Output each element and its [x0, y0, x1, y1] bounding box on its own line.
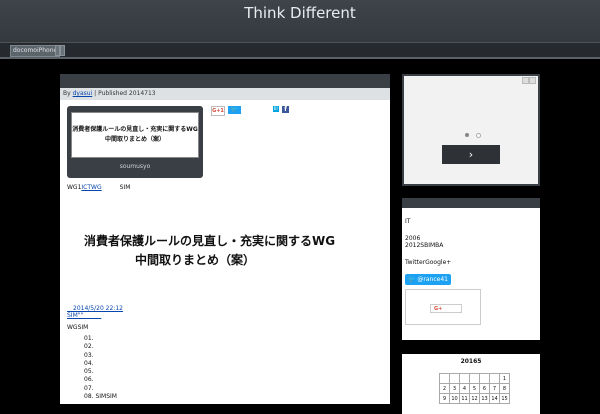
post-header-bar: [60, 74, 390, 88]
ogp-caption: soumusyo: [119, 163, 151, 170]
calendar-day[interactable]: 3: [449, 383, 460, 394]
nav-handle-icon[interactable]: [60, 45, 65, 56]
ictwg-link[interactable]: ICTWG: [81, 184, 101, 191]
calendar-title: 20165: [460, 358, 482, 365]
ogp-image: 消費者保護ルールの見直し・充実に関するWG 中間取りまとめ（案）: [71, 112, 199, 158]
profile-line: 2006: [405, 235, 421, 242]
site-header: Think Different: [0, 0, 600, 45]
profile-line: TwitterGoogle+: [405, 259, 452, 266]
list-item: 01.: [84, 335, 94, 342]
meta-prefix: By: [63, 90, 71, 97]
calendar-day[interactable]: 4: [459, 383, 470, 394]
ogp-card[interactable]: 消費者保護ルールの見直し・充実に関するWG 中間取りまとめ（案） soumusy…: [67, 106, 203, 178]
calendar-day: [449, 373, 460, 384]
site-title[interactable]: Think Different: [0, 4, 600, 22]
calendar-day[interactable]: 1: [499, 373, 510, 384]
gplus-follow-button[interactable]: G+: [430, 304, 462, 313]
twitter-follow-button[interactable]: 🐦 @rance41: [405, 274, 451, 285]
calendar-day[interactable]: 6: [479, 383, 490, 394]
list-item: 08. SIMSIM: [84, 393, 117, 401]
body-suffix: SIM: [101, 184, 131, 191]
calendar-widget: 20165 1 2345678 9 10 11 12 13 14 15: [402, 354, 540, 414]
wgsim-text: WGSIM: [67, 324, 89, 331]
nav-bar: docomoiPhone: [0, 42, 600, 59]
ad-widget: ›: [402, 74, 540, 186]
facebook-share-icon[interactable]: f: [282, 106, 289, 113]
hatena-bookmark-icon[interactable]: B!: [273, 106, 279, 112]
profile-line: 2012SBIMBA: [405, 242, 444, 249]
list-item: 03.: [84, 351, 94, 359]
calendar-day[interactable]: 10: [449, 393, 460, 404]
main-post: By dyasui | Published 2014713 消費者保護ルールの見…: [60, 74, 390, 404]
calendar-day[interactable]: 13: [479, 393, 490, 404]
calendar-day[interactable]: 15: [499, 393, 510, 404]
profile-line: IT: [405, 218, 411, 225]
nav-item-docomo-iphone[interactable]: docomoiPhone: [10, 45, 61, 57]
twitter-share-button[interactable]: 🐦: [228, 106, 241, 114]
ad-close-icon[interactable]: [529, 77, 536, 84]
list-item: 05.: [84, 368, 94, 376]
calendar-day[interactable]: 12: [469, 393, 480, 404]
body-prefix: WG1: [67, 184, 82, 191]
profile-widget: IT 2006 2012SBIMBA TwitterGoogle+ 🐦 @ran…: [402, 198, 540, 340]
gplus-badge: G+: [405, 289, 481, 325]
calendar-day[interactable]: 11: [459, 393, 470, 404]
calendar-day: [489, 373, 500, 384]
calendar-grid: 1 2345678 9 10 11 12 13 14 15: [439, 373, 510, 404]
calendar-row: 2345678: [439, 383, 510, 394]
calendar-day[interactable]: 7: [489, 383, 500, 394]
author-link[interactable]: dyasui: [73, 90, 93, 97]
profile-header-bar: [402, 198, 540, 208]
body-paragraph: WG1ICTWG SIM: [67, 182, 130, 191]
ad-info-icon[interactable]: [522, 77, 529, 84]
carousel-dot-active[interactable]: [465, 133, 469, 137]
list-item: 06.: [84, 376, 94, 384]
meta-published: | Published 2014713: [94, 90, 156, 97]
ogp-title-line2: 中間取りまとめ（案）: [104, 136, 165, 143]
ad-next-button[interactable]: ›: [442, 145, 500, 164]
ad-content[interactable]: ›: [404, 76, 538, 184]
calendar-day[interactable]: 14: [489, 393, 500, 404]
calendar-day: [459, 373, 470, 384]
calendar-day[interactable]: 5: [469, 383, 480, 394]
calendar-day: [479, 373, 490, 384]
calendar-row: 1: [439, 373, 510, 384]
ordered-list: 01. 02. 03. 04. 05. 06. 07. 08. SIMSIM: [84, 335, 117, 401]
calendar-day: [469, 373, 480, 384]
list-item: 04.: [84, 359, 94, 367]
calendar-row: 9 10 11 12 13 14 15: [439, 393, 510, 404]
sim-link[interactable]: SIM"": [67, 310, 101, 319]
ogp-title-line1: 消費者保護ルールの見直し・充実に関するWG: [72, 126, 198, 133]
doc-heading-line1: 消費者保護ルールの見直し・充実に関するWG: [84, 234, 336, 248]
calendar-day[interactable]: 2: [439, 383, 450, 394]
twitter-bird-icon: 🐦: [408, 276, 416, 283]
twitter-handle: @rance41: [417, 276, 448, 283]
gplus-share-button[interactable]: G+1: [211, 106, 225, 116]
list-item: 07.: [84, 384, 94, 392]
list-item: 02.: [84, 343, 94, 351]
post-meta: By dyasui | Published 2014713: [60, 88, 390, 100]
calendar-day[interactable]: 8: [499, 383, 510, 394]
calendar-day: [439, 373, 450, 384]
carousel-dot[interactable]: [476, 133, 481, 138]
calendar-day[interactable]: 9: [439, 393, 450, 404]
